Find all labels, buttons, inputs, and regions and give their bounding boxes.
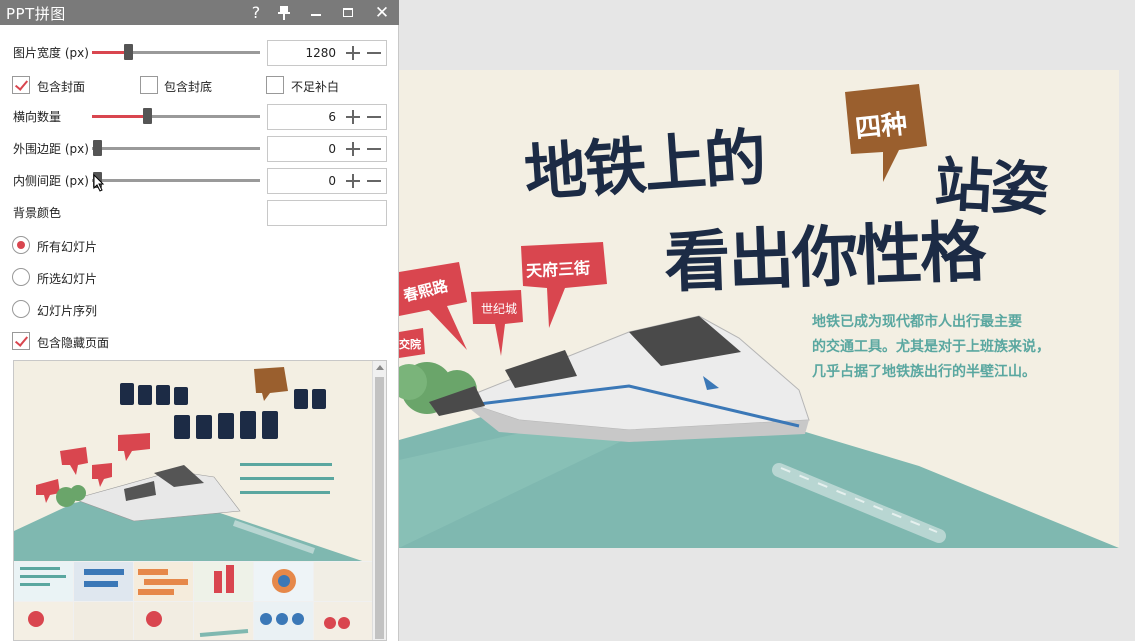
scroll-up-icon[interactable]	[376, 365, 384, 370]
selected-slides-radio[interactable]	[12, 268, 30, 286]
inner-spacing-slider[interactable]	[92, 172, 260, 188]
include-hidden-checkbox[interactable]	[12, 332, 30, 350]
pad-blank-label: 不足补白	[291, 80, 340, 94]
preview-scrollbar[interactable]	[372, 361, 386, 640]
scrollbar-thumb[interactable]	[375, 377, 384, 639]
plus-icon[interactable]	[345, 173, 361, 189]
minimize-icon[interactable]	[302, 0, 330, 25]
bg-color-row: 背景颜色	[0, 200, 399, 226]
slider-thumb[interactable]	[143, 108, 152, 124]
slide-body-line: 地铁已成为现代都市人出行最主要	[812, 314, 1022, 330]
include-back-checkbox[interactable]	[140, 76, 158, 94]
columns-stepper[interactable]: 6	[267, 104, 387, 130]
outer-margin-row: 外围边距 (px) 0	[0, 136, 399, 162]
slider-thumb[interactable]	[124, 44, 133, 60]
slide-body-text: 地铁已成为现代都市人出行最主要 的交通工具。尤其是对于上班族来说， 几乎占据了地…	[812, 310, 1102, 385]
bg-color-label: 背景颜色	[13, 206, 62, 220]
plus-icon[interactable]	[345, 141, 361, 157]
minus-icon[interactable]	[366, 45, 382, 61]
outer-margin-label: 外围边距 (px)	[13, 142, 89, 156]
all-slides-radio[interactable]	[12, 236, 30, 254]
panel-titlebar[interactable]: PPT拼图 ? ✕	[0, 0, 399, 25]
outer-margin-slider[interactable]	[92, 140, 260, 156]
plus-icon[interactable]	[345, 45, 361, 61]
slide-title-line-1: 地铁上的	[522, 120, 767, 211]
slide-body-line: 几乎占据了地铁族出行的半壁江山。	[812, 364, 1036, 380]
columns-value[interactable]: 6	[328, 110, 336, 124]
columns-slider[interactable]	[92, 108, 260, 124]
close-icon[interactable]: ✕	[368, 0, 396, 25]
image-width-stepper[interactable]: 1280	[267, 40, 387, 66]
selected-slides-label: 所选幻灯片	[37, 272, 98, 286]
columns-row: 横向数量 6	[0, 104, 399, 130]
maximize-icon[interactable]	[334, 0, 362, 25]
slide-body-line: 的交通工具。尤其是对于上班族来说，	[812, 339, 1050, 355]
image-width-slider[interactable]	[92, 44, 260, 60]
mouse-cursor-icon	[93, 174, 105, 192]
plus-icon[interactable]	[345, 109, 361, 125]
inner-spacing-row: 内侧间距 (px) 0	[0, 168, 399, 194]
pad-blank-checkbox[interactable]	[266, 76, 284, 94]
tag-tianfu-label: 天府三街	[525, 258, 591, 281]
tag-jiaoyuan-label: 交院	[399, 338, 421, 351]
image-width-row: 图片宽度 (px) 1280	[0, 40, 399, 66]
image-width-value[interactable]: 1280	[305, 46, 336, 60]
slide-title-badge: 四种	[853, 109, 909, 145]
slide-title-line-2: 看出你性格	[662, 213, 986, 302]
minus-icon[interactable]	[366, 109, 382, 125]
ppt-puzzle-panel: PPT拼图 ? ✕ 图片宽度 (px) 1280 包含封面 包含封底 不足补白 …	[0, 0, 399, 641]
slide-sequence-label: 幻灯片序列	[37, 304, 98, 318]
minus-icon[interactable]	[366, 141, 382, 157]
include-cover-label: 包含封面	[37, 80, 86, 94]
image-width-label: 图片宽度 (px)	[13, 46, 89, 60]
include-hidden-label: 包含隐藏页面	[37, 336, 110, 350]
inner-spacing-label: 内侧间距 (px)	[13, 174, 89, 188]
outer-margin-value[interactable]: 0	[328, 142, 336, 156]
tag-shijicheng-label: 世纪城	[481, 302, 518, 316]
outer-margin-stepper[interactable]: 0	[267, 136, 387, 162]
inner-spacing-stepper[interactable]: 0	[267, 168, 387, 194]
include-cover-checkbox[interactable]	[12, 76, 30, 94]
include-back-label: 包含封底	[164, 80, 213, 94]
preview-image	[14, 361, 374, 640]
slider-thumb[interactable]	[93, 140, 102, 156]
pin-icon[interactable]	[270, 0, 298, 25]
slide-canvas[interactable]: 地铁上的 四种 站姿 看出你性格 天府三街 春熙路 世纪城 交院 地铁已成为现代…	[399, 70, 1119, 548]
help-icon[interactable]: ?	[242, 0, 270, 25]
stitch-preview[interactable]	[13, 360, 387, 641]
bg-color-input[interactable]	[267, 200, 387, 226]
panel-title: PPT拼图	[6, 5, 66, 23]
slide-sequence-radio[interactable]	[12, 300, 30, 318]
all-slides-label: 所有幻灯片	[37, 240, 98, 254]
inner-spacing-value[interactable]: 0	[328, 174, 336, 188]
minus-icon[interactable]	[366, 173, 382, 189]
columns-label: 横向数量	[13, 110, 62, 124]
